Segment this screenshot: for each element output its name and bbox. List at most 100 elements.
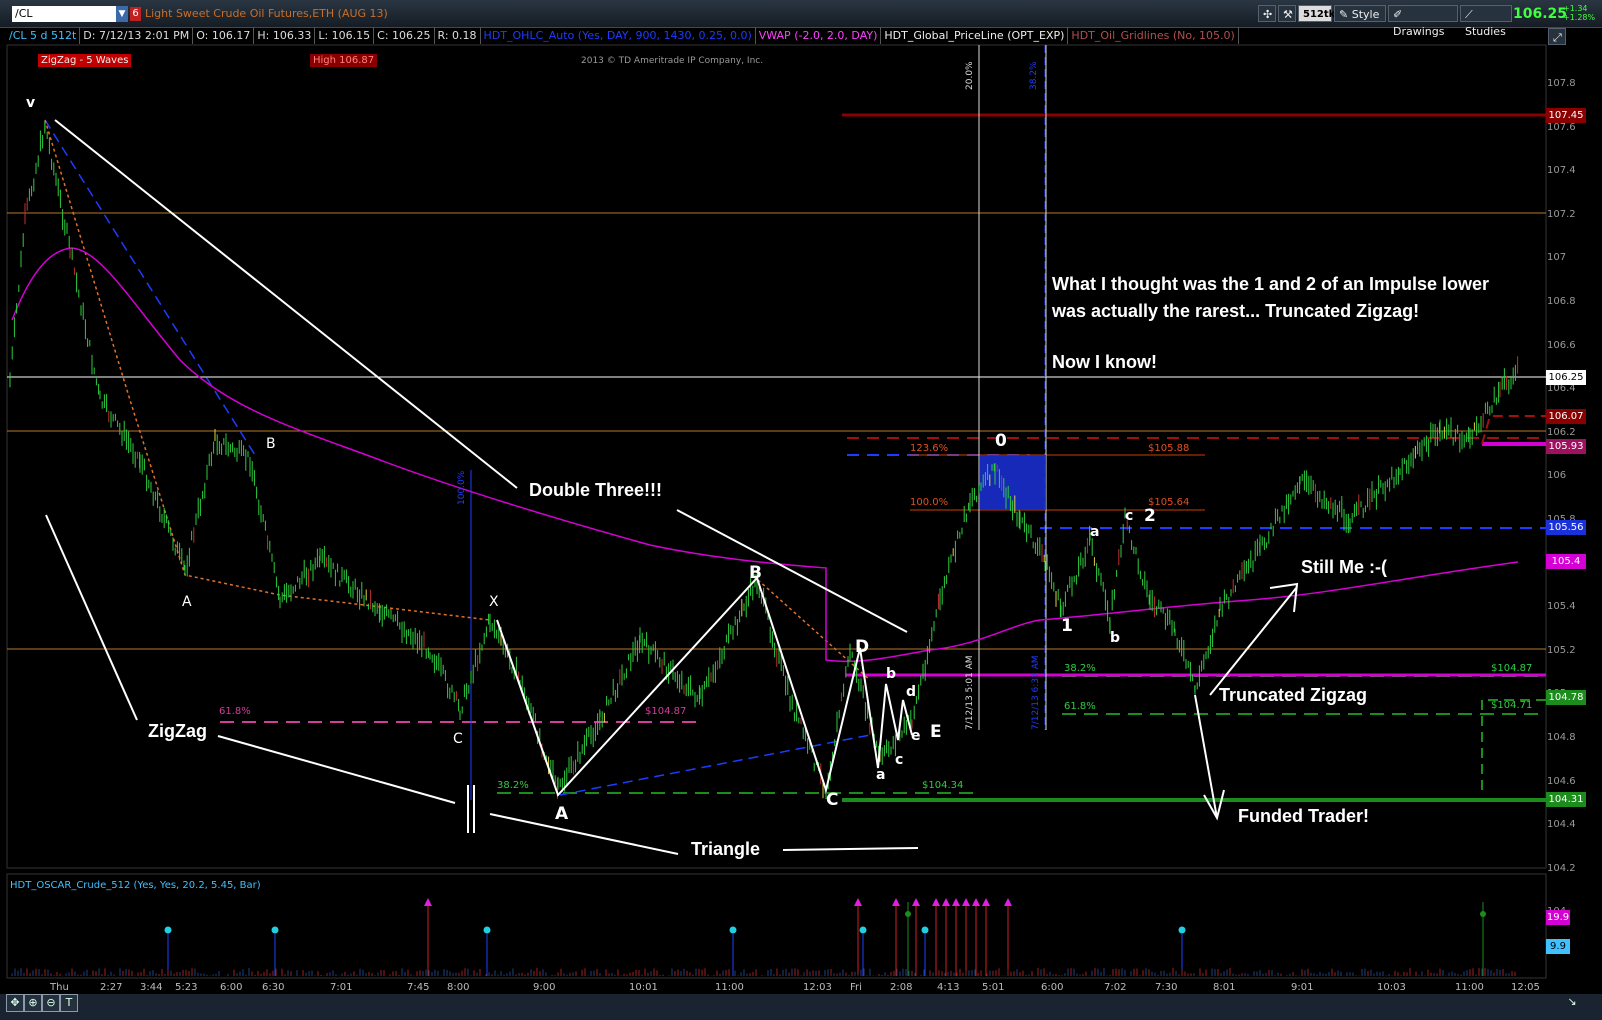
- time-tick: 6:00: [220, 982, 243, 993]
- fib-61-right-price: $104.71: [1491, 700, 1533, 711]
- zoom-in-icon[interactable]: ⊕: [24, 994, 42, 1012]
- time-tick: 9:00: [533, 982, 556, 993]
- price-tick: 106.6: [1547, 339, 1576, 351]
- wave-v: v: [26, 95, 36, 111]
- thought-line-2: was actually the rarest... Truncated Zig…: [1052, 301, 1420, 321]
- time-tick: 6:30: [262, 982, 285, 993]
- oscillator-title[interactable]: HDT_OSCAR_Crude_512 (Yes, Yes, 20.2, 5.4…: [10, 880, 261, 891]
- time-tick: 3:44: [140, 982, 163, 993]
- wave-C1: C: [453, 731, 463, 747]
- marker-105-4: 105.4: [1546, 554, 1586, 569]
- price-tick: 107.4: [1547, 165, 1576, 177]
- oscillator-signal: [1178, 926, 1186, 934]
- fib-38-right-label: 38.2%: [1064, 663, 1096, 674]
- wave-d1: d: [906, 684, 917, 700]
- time-tick: 7:01: [330, 982, 353, 993]
- double-three-line-2: [676, 509, 908, 633]
- bottom-toolbar: ✥ ⊕ ⊖ T ↘: [0, 994, 1602, 1020]
- fib-123-label: 123.6%: [910, 443, 949, 454]
- wave-B1: B: [266, 436, 276, 452]
- price-tick: 104.4: [1547, 819, 1576, 831]
- fib-61-right-label: 61.8%: [1064, 701, 1096, 712]
- wave-A2: A: [555, 804, 569, 824]
- wave-b1: b: [886, 666, 897, 682]
- osc-marker-low: 9.9: [1546, 939, 1570, 954]
- thought-line-1: What I thought was the 1 and 2 of an Imp…: [1052, 274, 1490, 294]
- funded-trader-annotation: Funded Trader!: [1238, 806, 1370, 826]
- time-tick: 10:01: [629, 982, 658, 993]
- truncated-zigzag-annotation: Truncated Zigzag: [1219, 685, 1368, 705]
- zoom-out-icon[interactable]: ⊖: [42, 994, 60, 1012]
- marker-106-25: 106.25: [1546, 370, 1586, 385]
- time-tick: 5:01: [982, 982, 1005, 993]
- fib-v38: 38.2%: [1029, 61, 1039, 90]
- text-tool-icon[interactable]: T: [60, 994, 78, 1012]
- time-tick: 10:03: [1377, 982, 1406, 993]
- price-tick: 106.2: [1547, 426, 1576, 438]
- triangle-annotation: Triangle: [691, 839, 761, 859]
- fib-61-price: $104.87: [645, 706, 687, 717]
- price-tick: 107: [1547, 252, 1567, 264]
- triangle-line-1: [489, 813, 679, 855]
- oscillator-signal: [859, 926, 867, 934]
- wave-0: 0: [995, 431, 1007, 451]
- time-tick: Fri: [850, 982, 862, 993]
- time-tick: 12:05: [1511, 982, 1540, 993]
- price-tick: 105.4: [1547, 601, 1576, 613]
- marker-106-07: 106.07: [1546, 409, 1586, 424]
- pan-icon[interactable]: ✥: [6, 994, 24, 1012]
- price-tick: 106.8: [1547, 296, 1576, 307]
- wave-X: X: [489, 594, 499, 610]
- oscillator-signal: [921, 926, 929, 934]
- marker-105-56: 105.56: [1546, 520, 1586, 535]
- price-tick: 107.2: [1547, 208, 1576, 220]
- time-tick: 8:00: [447, 982, 470, 993]
- price-tick: 107.6: [1547, 121, 1576, 133]
- oscillator-signal: [905, 911, 911, 917]
- time-tick: 5:23: [175, 982, 198, 993]
- still-me-annotation: Still Me :-(: [1301, 557, 1387, 577]
- time-tick: 4:13: [937, 982, 960, 993]
- fib-100-price: $105.64: [1148, 497, 1190, 508]
- still-me-arrow: [1209, 586, 1298, 696]
- red-step: [1481, 415, 1546, 445]
- marker-104-31: 104.31: [1546, 792, 1586, 807]
- time-tick: 11:00: [715, 982, 744, 993]
- price-tick: 104.8: [1547, 732, 1576, 743]
- price-chart[interactable]: [0, 0, 1602, 1020]
- oscillator-signal: [164, 926, 172, 934]
- wave-2: 2: [1144, 506, 1156, 526]
- wave-1: 1: [1061, 616, 1073, 636]
- time-tick: 11:00: [1455, 982, 1484, 993]
- high-badge[interactable]: High 106.87: [310, 54, 378, 67]
- wave-A1: A: [182, 594, 192, 610]
- oscillator-signal: [483, 926, 491, 934]
- wave-c2: c: [1125, 508, 1134, 524]
- time-tick: 2:08: [890, 982, 913, 993]
- fib-time-1: 7/12/13 5:01 AM: [965, 655, 975, 730]
- wave-D: D: [855, 637, 870, 657]
- wave-E: E: [930, 722, 942, 742]
- fib-61-label: 61.8%: [219, 706, 251, 717]
- oscillator-signal: [729, 926, 737, 934]
- time-tick: Thu: [50, 982, 69, 993]
- fib-123-price: $105.88: [1148, 443, 1190, 454]
- fib-38-right-price: $104.87: [1491, 663, 1533, 674]
- time-tick: 7:45: [407, 982, 430, 993]
- wave-a2: a: [1090, 524, 1100, 540]
- fib-38-left-price: $104.34: [922, 780, 964, 791]
- time-tick: 12:03: [803, 982, 832, 993]
- fib-v100: 100.0%: [457, 470, 467, 505]
- wave-C2: C: [826, 790, 839, 810]
- price-tick: 107.8: [1547, 78, 1576, 89]
- fib-38-left-label: 38.2%: [497, 780, 529, 791]
- double-three-annotation: Double Three!!!: [529, 480, 662, 500]
- zigzag-badge[interactable]: ZigZag - 5 Waves: [38, 54, 132, 67]
- time-tick: 8:01: [1213, 982, 1236, 993]
- osc-marker-high: 19.9: [1546, 910, 1570, 925]
- price-tick: 105.2: [1547, 644, 1576, 656]
- scroll-end-icon[interactable]: ↘: [1564, 994, 1580, 1010]
- fib-time-2: 7/12/13 6:31 AM: [1031, 655, 1041, 730]
- marker-105-93: 105.93: [1546, 439, 1586, 454]
- time-tick: 2:27: [100, 982, 123, 993]
